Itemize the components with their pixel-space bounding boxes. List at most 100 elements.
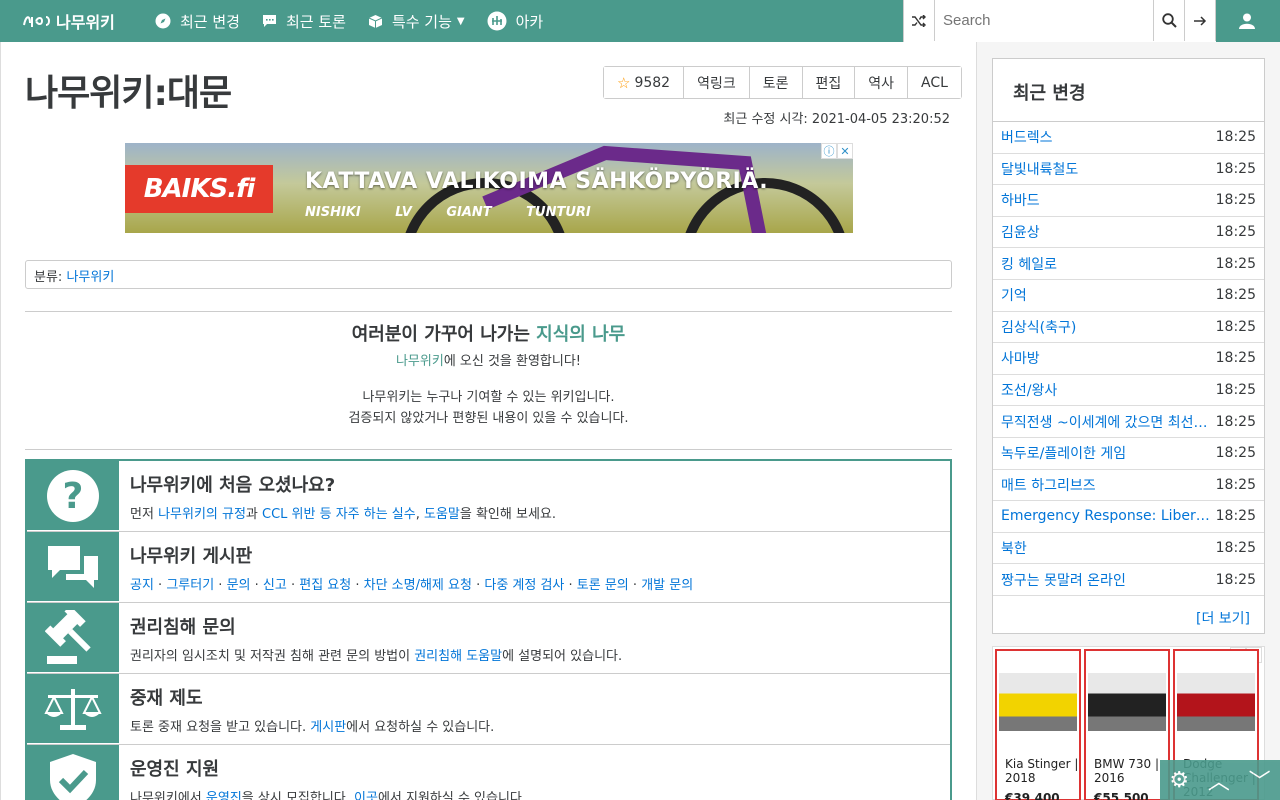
divider — [25, 449, 952, 450]
recent-change-title[interactable]: 버드렉스 — [1001, 127, 1213, 147]
recent-change-item[interactable]: 김윤상 18:25 — [993, 217, 1264, 249]
recent-change-item[interactable]: 버드렉스 18:25 — [993, 122, 1264, 154]
box-board: 나무위키 게시판 공지 · 그루터기 · 문의 · 신고 · 편집 요청 · 차… — [27, 532, 950, 603]
nav-recent-discussions[interactable]: 최근 토론 — [251, 0, 357, 42]
site-logo[interactable]: 나무위키 — [22, 9, 142, 33]
recent-change-title[interactable]: 짱구는 못말려 온라인 — [1001, 570, 1213, 590]
recent-change-title[interactable]: 김윤상 — [1001, 222, 1213, 242]
tab-edit[interactable]: 편집 — [801, 67, 855, 98]
car-price: €39,400 — [1005, 791, 1060, 800]
rules-link[interactable]: 나무위키의 규정 — [158, 507, 246, 522]
box-desc: 먼저 나무위키의 규정과 CCL 위반 등 자주 하는 실수, 도움말을 확인해… — [130, 503, 556, 522]
user-menu-button[interactable] — [1214, 0, 1280, 42]
recent-change-title[interactable]: 북한 — [1001, 538, 1213, 558]
board-link-notice[interactable]: 공지 — [130, 578, 154, 593]
recent-change-title[interactable]: 녹두로/플레이한 게임 — [1001, 443, 1213, 463]
recent-change-time: 18:25 — [1215, 255, 1256, 272]
board-link-stump[interactable]: 그루터기 — [166, 578, 214, 593]
ad-info-icon[interactable]: ⓘ — [821, 143, 837, 159]
random-button[interactable] — [904, 0, 935, 41]
welcome-site-link[interactable]: 나무위키 — [396, 354, 444, 369]
nav-recent-changes[interactable]: 최근 변경 — [144, 0, 251, 42]
staff-link[interactable]: 운영진 — [206, 791, 242, 800]
cube-icon — [368, 14, 383, 28]
apply-here-link[interactable]: 이곳 — [354, 791, 378, 800]
recent-change-title[interactable]: 사마방 — [1001, 348, 1213, 368]
board-link-dev-inquiry[interactable]: 개발 문의 — [641, 578, 693, 593]
text: 에서 요청하실 수 있습니다. — [346, 720, 495, 735]
rights-help-link[interactable]: 권리침해 도움말 — [414, 649, 502, 664]
go-button[interactable] — [1185, 0, 1216, 41]
text: 토론 중재 요청을 받고 있습니다. — [130, 720, 311, 735]
recent-change-title[interactable]: 달빛내륙철도 — [1001, 159, 1213, 179]
chat-bubbles-icon — [27, 532, 119, 602]
board-link-report[interactable]: 신고 — [263, 578, 287, 593]
nav-label: 최근 변경 — [180, 12, 240, 31]
recent-change-title[interactable]: 무직전생 ~이세계에 갔으면 최선을 다한다~ — [1001, 412, 1213, 432]
text: 권리자의 임시조치 및 저작권 침해 관련 문의 방법이 — [130, 649, 415, 664]
ad-car-card[interactable]: BMW 730 | 2016 €55,500 — [1084, 649, 1170, 800]
star-count: 9582 — [634, 74, 671, 91]
recent-change-item[interactable]: 김상식(축구) 18:25 — [993, 312, 1264, 344]
search-button[interactable] — [1154, 0, 1185, 41]
recent-change-item[interactable]: 달빛내륙철도 18:25 — [993, 154, 1264, 186]
recent-change-title[interactable]: 조선/왕사 — [1001, 380, 1213, 400]
ad-banner[interactable]: BAIKS.fi KATTAVA VALIKOIMA SÄHKÖPYÖRIÄ. … — [125, 143, 853, 233]
board-link-edit-request[interactable]: 편집 요청 — [299, 578, 351, 593]
category-link[interactable]: 나무위키 — [66, 270, 114, 285]
help-link[interactable]: 도움말 — [424, 507, 460, 522]
recent-change-item[interactable]: 무직전생 ~이세계에 갔으면 최선을 다한다~18:25 — [993, 406, 1264, 438]
tab-backlinks[interactable]: 역링크 — [683, 67, 749, 98]
text: 을 확인해 보세요. — [459, 507, 556, 522]
recent-change-item[interactable]: 사마방 18:25 — [993, 343, 1264, 375]
board-link-discussion-inquiry[interactable]: 토론 문의 — [577, 578, 629, 593]
recent-change-item[interactable]: 녹두로/플레이한 게임 18:25 — [993, 438, 1264, 470]
tab-discussion[interactable]: 토론 — [748, 67, 802, 98]
welcome-subheading: 나무위키에 오신 것을 환영합니다! — [25, 350, 952, 369]
text: , — [415, 507, 424, 522]
board-links: 공지 · 그루터기 · 문의 · 신고 · 편집 요청 · 차단 소명/해제 요… — [130, 578, 694, 593]
ad-close-icon[interactable]: ✕ — [837, 143, 853, 159]
ccl-mistakes-link[interactable]: CCL 위반 등 자주 하는 실수 — [262, 507, 416, 522]
recent-change-title[interactable]: 킹 헤일로 — [1001, 254, 1213, 274]
chevron-up-icon[interactable]: ︿ — [1208, 764, 1230, 796]
recent-change-time: 18:25 — [1215, 224, 1256, 241]
nav-arca[interactable]: 아카 — [476, 0, 555, 42]
board-link-block-appeal[interactable]: 차단 소명/해제 요청 — [364, 578, 472, 593]
car-price: €55,500 — [1094, 791, 1149, 800]
board-link[interactable]: 게시판 — [310, 720, 346, 735]
tab-acl[interactable]: ACL — [907, 67, 961, 98]
recent-change-time: 18:25 — [1215, 350, 1256, 367]
ad-headline: KATTAVA VALIKOIMA SÄHKÖPYÖRIÄ. — [305, 169, 769, 194]
recent-change-time: 18:25 — [1215, 476, 1256, 493]
recent-change-item[interactable]: 킹 헤일로 18:25 — [993, 248, 1264, 280]
box-title: 운영진 지원 — [130, 759, 220, 780]
recent-change-item[interactable]: 북한 18:25 — [993, 533, 1264, 565]
tab-history[interactable]: 역사 — [854, 67, 908, 98]
recent-change-title[interactable]: 기억 — [1001, 285, 1213, 305]
recent-change-item[interactable]: Emergency Response: Liberty County18:25 — [993, 501, 1264, 533]
recent-change-time: 18:25 — [1215, 129, 1256, 146]
chevron-down-icon: ▼ — [456, 15, 465, 27]
chevron-down-icon[interactable]: ﹀ — [1249, 764, 1271, 796]
nav-special-functions[interactable]: 특수 기능 ▼ — [357, 0, 476, 42]
recent-change-item[interactable]: 짱구는 못말려 온라인 18:25 — [993, 564, 1264, 596]
recent-change-title[interactable]: Emergency Response: Liberty County — [1001, 508, 1213, 524]
recent-change-item[interactable]: 하바드 18:25 — [993, 185, 1264, 217]
recent-change-title[interactable]: 김상식(축구) — [1001, 317, 1213, 337]
ad-car-card[interactable]: Kia Stinger | 2018 €39,400 — [995, 649, 1081, 800]
recent-change-title[interactable]: 하바드 — [1001, 190, 1213, 210]
recent-change-item[interactable]: 매트 하그리브즈 18:25 — [993, 470, 1264, 502]
recent-change-title[interactable]: 매트 하그리브즈 — [1001, 475, 1213, 495]
gear-icon[interactable]: ⚙ — [1169, 768, 1189, 793]
recent-change-item[interactable]: 기억 18:25 — [993, 280, 1264, 312]
shield-check-icon — [27, 745, 119, 800]
namu-logo-icon — [23, 16, 50, 27]
recent-change-item[interactable]: 조선/왕사 18:25 — [993, 375, 1264, 407]
more-link[interactable]: [더 보기] — [993, 596, 1264, 640]
board-link-inquiry[interactable]: 문의 — [227, 578, 251, 593]
board-link-multi-account[interactable]: 다중 계정 검사 — [484, 578, 564, 593]
search-input[interactable] — [935, 0, 1154, 41]
star-button[interactable]: ☆ 9582 — [604, 67, 684, 98]
sidebar-title: 최근 변경 — [993, 59, 1264, 122]
